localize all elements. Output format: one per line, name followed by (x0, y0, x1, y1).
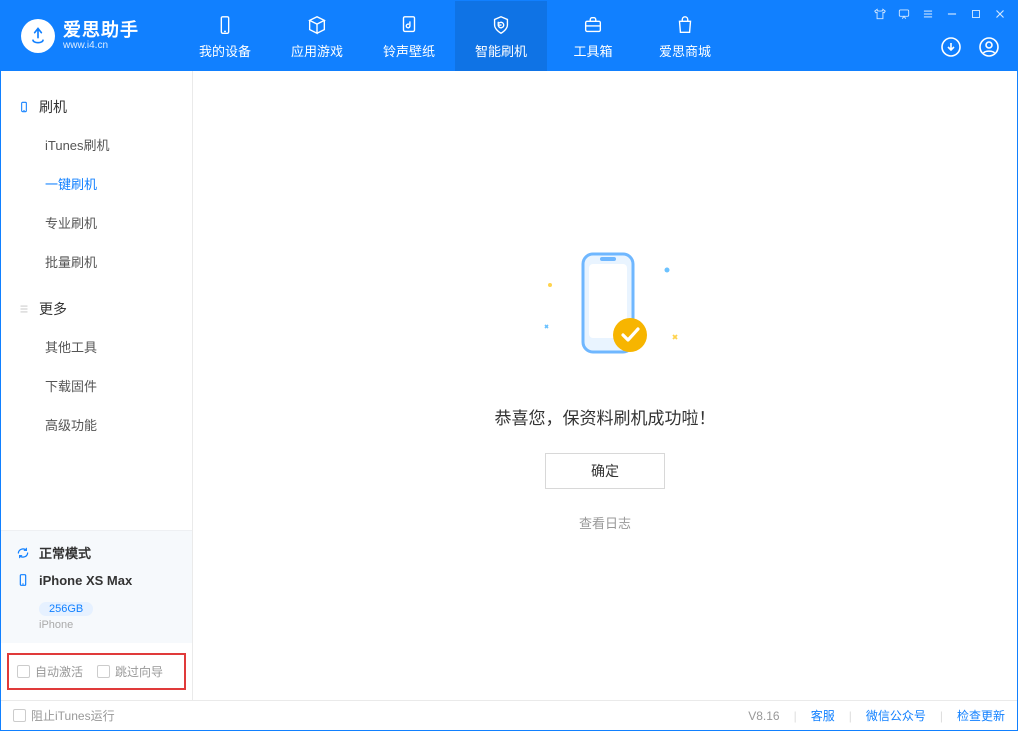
checkbox-label: 自动激活 (35, 663, 83, 680)
sidebar-item-itunes-flash[interactable]: iTunes刷机 (1, 125, 192, 164)
logo-icon (21, 19, 55, 53)
device-icon (213, 13, 237, 37)
phone-icon (15, 572, 31, 588)
nav-apps-games[interactable]: 应用游戏 (271, 1, 363, 71)
sidebar-item-advanced[interactable]: 高级功能 (1, 405, 192, 444)
main-content: 恭喜您，保资料刷机成功啦！ 确定 查看日志 (193, 71, 1017, 700)
sidebar-item-download-firmware[interactable]: 下载固件 (1, 366, 192, 405)
version-label: V8.16 (748, 709, 779, 723)
sidebar-group-more: 更多 (1, 291, 192, 327)
titlebar: 爱思助手 www.i4.cn 我的设备 应用游戏 铃声壁纸 智能刷机 (1, 1, 1017, 71)
ok-button[interactable]: 确定 (545, 453, 665, 489)
device-mode-row: 正常模式 (15, 543, 178, 562)
download-icon[interactable] (939, 35, 963, 59)
music-file-icon (397, 13, 421, 37)
app-subtitle: www.i4.cn (63, 40, 139, 51)
shirt-icon[interactable] (873, 7, 887, 24)
list-icon (17, 302, 31, 316)
device-storage-badge: 256GB (39, 602, 93, 616)
group-label: 更多 (39, 299, 67, 319)
device-type: iPhone (39, 619, 178, 631)
nav-label: 爱思商城 (659, 41, 711, 60)
checkbox-skip-guide[interactable]: 跳过向导 (97, 663, 163, 680)
footer-link-support[interactable]: 客服 (811, 707, 835, 724)
nav-label: 铃声壁纸 (383, 41, 435, 60)
checkbox-label: 阻止iTunes运行 (31, 707, 115, 724)
view-log-link[interactable]: 查看日志 (579, 513, 631, 532)
feedback-icon[interactable] (897, 7, 911, 24)
nav-toolbox[interactable]: 工具箱 (547, 1, 639, 71)
nav-label: 我的设备 (199, 41, 251, 60)
cube-icon (305, 13, 329, 37)
activation-options: 自动激活 跳过向导 (7, 653, 186, 690)
shield-refresh-icon (489, 13, 513, 37)
status-bar: 阻止iTunes运行 V8.16 | 客服 | 微信公众号 | 检查更新 (1, 700, 1017, 730)
sidebar-item-oneclick-flash[interactable]: 一键刷机 (1, 164, 192, 203)
nav-store[interactable]: 爱思商城 (639, 1, 731, 71)
sidebar-item-other-tools[interactable]: 其他工具 (1, 327, 192, 366)
user-icon[interactable] (977, 35, 1001, 59)
checkbox-auto-activate[interactable]: 自动激活 (17, 663, 83, 680)
device-name-row: iPhone XS Max (15, 572, 178, 588)
nav-label: 智能刷机 (475, 41, 527, 60)
nav-label: 工具箱 (573, 41, 612, 60)
maximize-button[interactable] (969, 7, 983, 24)
app-title: 爱思助手 (63, 21, 139, 41)
sidebar: 刷机 iTunes刷机 一键刷机 专业刷机 批量刷机 更多 其他工具 下载固件 … (1, 71, 193, 700)
device-name: iPhone XS Max (39, 573, 132, 588)
device-panel: 正常模式 iPhone XS Max 256GB iPhone (1, 530, 192, 643)
sidebar-item-pro-flash[interactable]: 专业刷机 (1, 203, 192, 242)
minimize-button[interactable] (945, 7, 959, 24)
group-label: 刷机 (39, 97, 67, 117)
device-mode: 正常模式 (39, 543, 91, 562)
bag-icon (673, 13, 697, 37)
footer-link-update[interactable]: 检查更新 (957, 707, 1005, 724)
window-controls (873, 7, 1007, 24)
close-button[interactable] (993, 7, 1007, 24)
menu-icon[interactable] (921, 7, 935, 24)
nav-label: 应用游戏 (291, 41, 343, 60)
nav-ringtones[interactable]: 铃声壁纸 (363, 1, 455, 71)
success-illustration (505, 240, 705, 380)
nav-smart-flash[interactable]: 智能刷机 (455, 1, 547, 71)
checkbox-block-itunes[interactable]: 阻止iTunes运行 (13, 707, 115, 724)
logo: 爱思助手 www.i4.cn (1, 19, 139, 53)
sidebar-group-flash: 刷机 (1, 89, 192, 125)
nav-my-device[interactable]: 我的设备 (179, 1, 271, 71)
footer-link-wechat[interactable]: 微信公众号 (866, 707, 926, 724)
success-message: 恭喜您，保资料刷机成功啦！ (495, 404, 716, 429)
phone-icon (17, 100, 31, 114)
checkbox-label: 跳过向导 (115, 663, 163, 680)
sync-icon (15, 545, 31, 561)
top-nav: 我的设备 应用游戏 铃声壁纸 智能刷机 工具箱 爱思商城 (179, 1, 731, 71)
toolbox-icon (581, 13, 605, 37)
sidebar-item-batch-flash[interactable]: 批量刷机 (1, 242, 192, 281)
